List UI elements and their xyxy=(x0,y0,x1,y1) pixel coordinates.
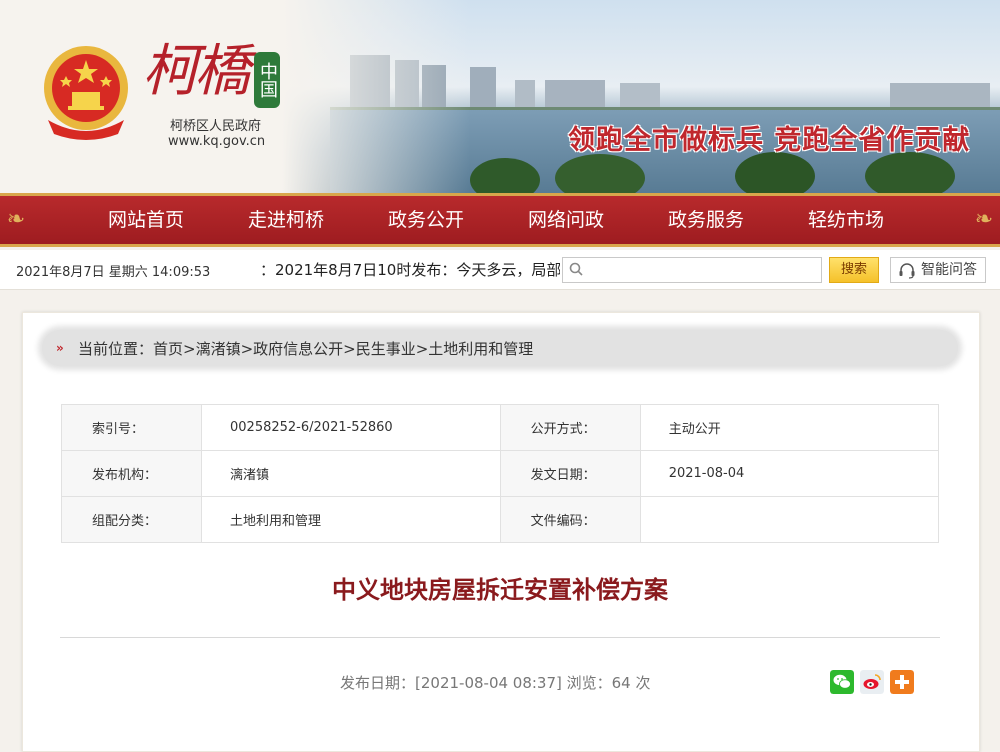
breadcrumb-text[interactable]: 当前位置：首页>漓渚镇>政府信息公开>民生事业>土地利用和管理 xyxy=(78,338,533,359)
gov-url: www.kq.gov.cn xyxy=(168,134,266,149)
breadcrumb: » 当前位置：首页>漓渚镇>政府信息公开>民生事业>土地利用和管理 xyxy=(42,330,958,366)
nav-ornament-left: ❧ xyxy=(6,207,26,232)
nav-item-gov-open[interactable]: 政务公开 xyxy=(388,196,528,244)
table-row: 索引号： 00258252-6/2021-52860 公开方式： 主动公开 xyxy=(60,404,940,451)
nav-item-textile-market[interactable]: 轻纺市场 xyxy=(808,196,948,244)
slogan: 领跑全市做标兵 竞跑全省作贡献 xyxy=(568,125,971,156)
plus-icon[interactable] xyxy=(890,670,914,694)
nav-ornament-right: ❧ xyxy=(974,207,994,232)
search-box xyxy=(562,257,822,283)
brand-calligraphy: 柯橋 xyxy=(142,39,250,104)
brand-seal: 中国 xyxy=(254,52,280,108)
double-arrow-icon: » xyxy=(56,341,64,355)
meta-key-issue-date: 发文日期： xyxy=(499,450,641,497)
nav-item-gov-service[interactable]: 政务服务 xyxy=(668,196,808,244)
article-title: 中义地块房屋拆迁安置补偿方案 xyxy=(332,576,668,604)
current-datetime: 2021年8月7日 星期六 14:09:53 xyxy=(16,265,211,280)
wechat-icon[interactable] xyxy=(830,670,854,694)
nav-item-about[interactable]: 走进柯桥 xyxy=(248,196,388,244)
weather-ticker[interactable]: ：2021年8月7日10时发布：今天多云，局部 xyxy=(260,259,560,281)
nav-item-home[interactable]: 网站首页 xyxy=(108,196,248,244)
meta-value-category: 土地利用和管理 xyxy=(201,496,501,543)
smart-qa-label: 智能问答 xyxy=(921,262,977,278)
meta-key-category: 组配分类： xyxy=(60,496,203,543)
emblem-icon xyxy=(44,46,128,140)
meta-key-disclosure: 公开方式： xyxy=(499,404,641,451)
weibo-icon[interactable] xyxy=(860,670,884,694)
nav-item-online-inquiry[interactable]: 网络问政 xyxy=(528,196,668,244)
meta-value-disclosure: 主动公开 xyxy=(639,404,940,451)
main-nav: ❧ 网站首页 走进柯桥 政务公开 网络问政 政务服务 轻纺市场 ❧ xyxy=(0,193,1000,247)
header-banner: 柯橋 中国 柯桥区人民政府 www.kq.gov.cn 领跑全市做标兵 竞跑全省… xyxy=(0,0,1000,193)
gov-name: 柯桥区人民政府 xyxy=(170,119,262,134)
meta-key-doc-code: 文件编码： xyxy=(499,496,641,543)
search-button[interactable]: 搜索 xyxy=(829,257,879,283)
search-input[interactable] xyxy=(589,260,817,280)
headset-icon xyxy=(899,263,915,279)
table-row: 发布机构： 漓渚镇 发文日期： 2021-08-04 xyxy=(60,450,940,497)
meta-key-index: 索引号： xyxy=(60,404,203,451)
search-icon xyxy=(569,262,583,276)
meta-key-publisher: 发布机构： xyxy=(60,450,203,497)
title-divider xyxy=(60,637,940,638)
metadata-table: 索引号： 00258252-6/2021-52860 公开方式： 主动公开 发布… xyxy=(60,404,940,543)
smart-qa-button[interactable]: 智能问答 xyxy=(890,257,986,283)
publish-info: 发布日期：[2021-08-04 08:37] 浏览：64 次 xyxy=(340,674,651,692)
table-row: 组配分类： 土地利用和管理 文件编码： xyxy=(60,496,940,543)
meta-value-index: 00258252-6/2021-52860 xyxy=(201,404,501,451)
meta-value-doc-code xyxy=(639,496,940,543)
meta-value-publisher: 漓渚镇 xyxy=(201,450,501,497)
meta-value-issue-date: 2021-08-04 xyxy=(639,450,940,497)
